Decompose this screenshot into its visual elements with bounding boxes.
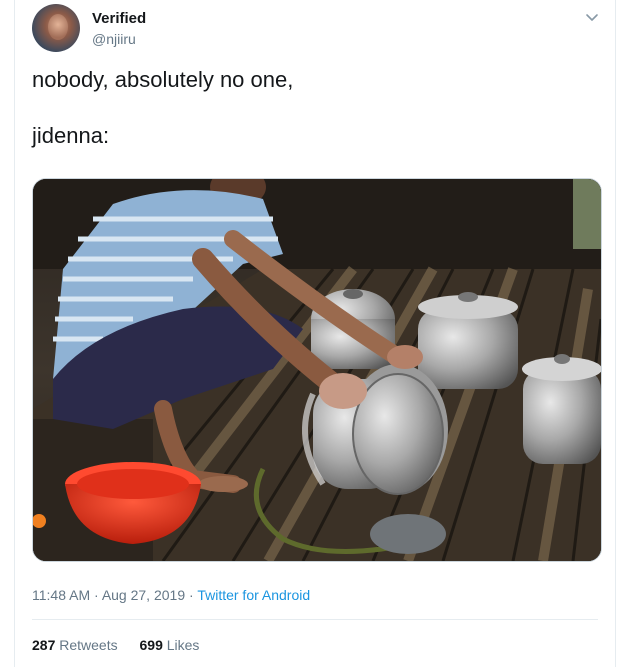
retweets-stat[interactable]: 287 Retweets: [32, 637, 122, 653]
pot-back-middle: [418, 292, 518, 389]
divider: [32, 619, 598, 620]
tweet-stats: 287 Retweets 699 Likes: [32, 637, 217, 653]
chevron-down-icon[interactable]: [583, 8, 601, 26]
meta-separator: ·: [94, 587, 99, 603]
photo-illustration: [33, 179, 601, 561]
tweet-line-2: jidenna:: [32, 123, 110, 148]
steel-wool: [370, 514, 446, 554]
avatar-face: [48, 14, 68, 40]
author-display-name[interactable]: Verified: [92, 10, 146, 27]
pot-back-right: [522, 354, 601, 464]
tweet-source-link[interactable]: Twitter for Android: [197, 587, 310, 603]
tweet-date[interactable]: Aug 27, 2019: [102, 587, 185, 603]
tweet-card: Verified @njiiru nobody, absolutely no o…: [14, 0, 616, 667]
tweet-time[interactable]: 11:48 AM: [32, 587, 90, 603]
likes-stat[interactable]: 699 Likes: [140, 637, 200, 653]
tweet-meta: 11:48 AM · Aug 27, 2019 · Twitter for An…: [32, 587, 310, 603]
retweets-count: 287: [32, 637, 56, 653]
tweet-line-1: nobody, absolutely no one,: [32, 67, 294, 92]
author-handle[interactable]: @njiiru: [92, 31, 136, 47]
tweet-text: nobody, absolutely no one, jidenna:: [32, 66, 592, 150]
likes-count: 699: [139, 637, 163, 653]
avatar[interactable]: [32, 4, 80, 52]
meta-separator: ·: [189, 587, 194, 603]
tweet-photo[interactable]: [32, 178, 602, 562]
retweets-label: Retweets: [59, 637, 118, 653]
likes-label: Likes: [166, 637, 200, 653]
